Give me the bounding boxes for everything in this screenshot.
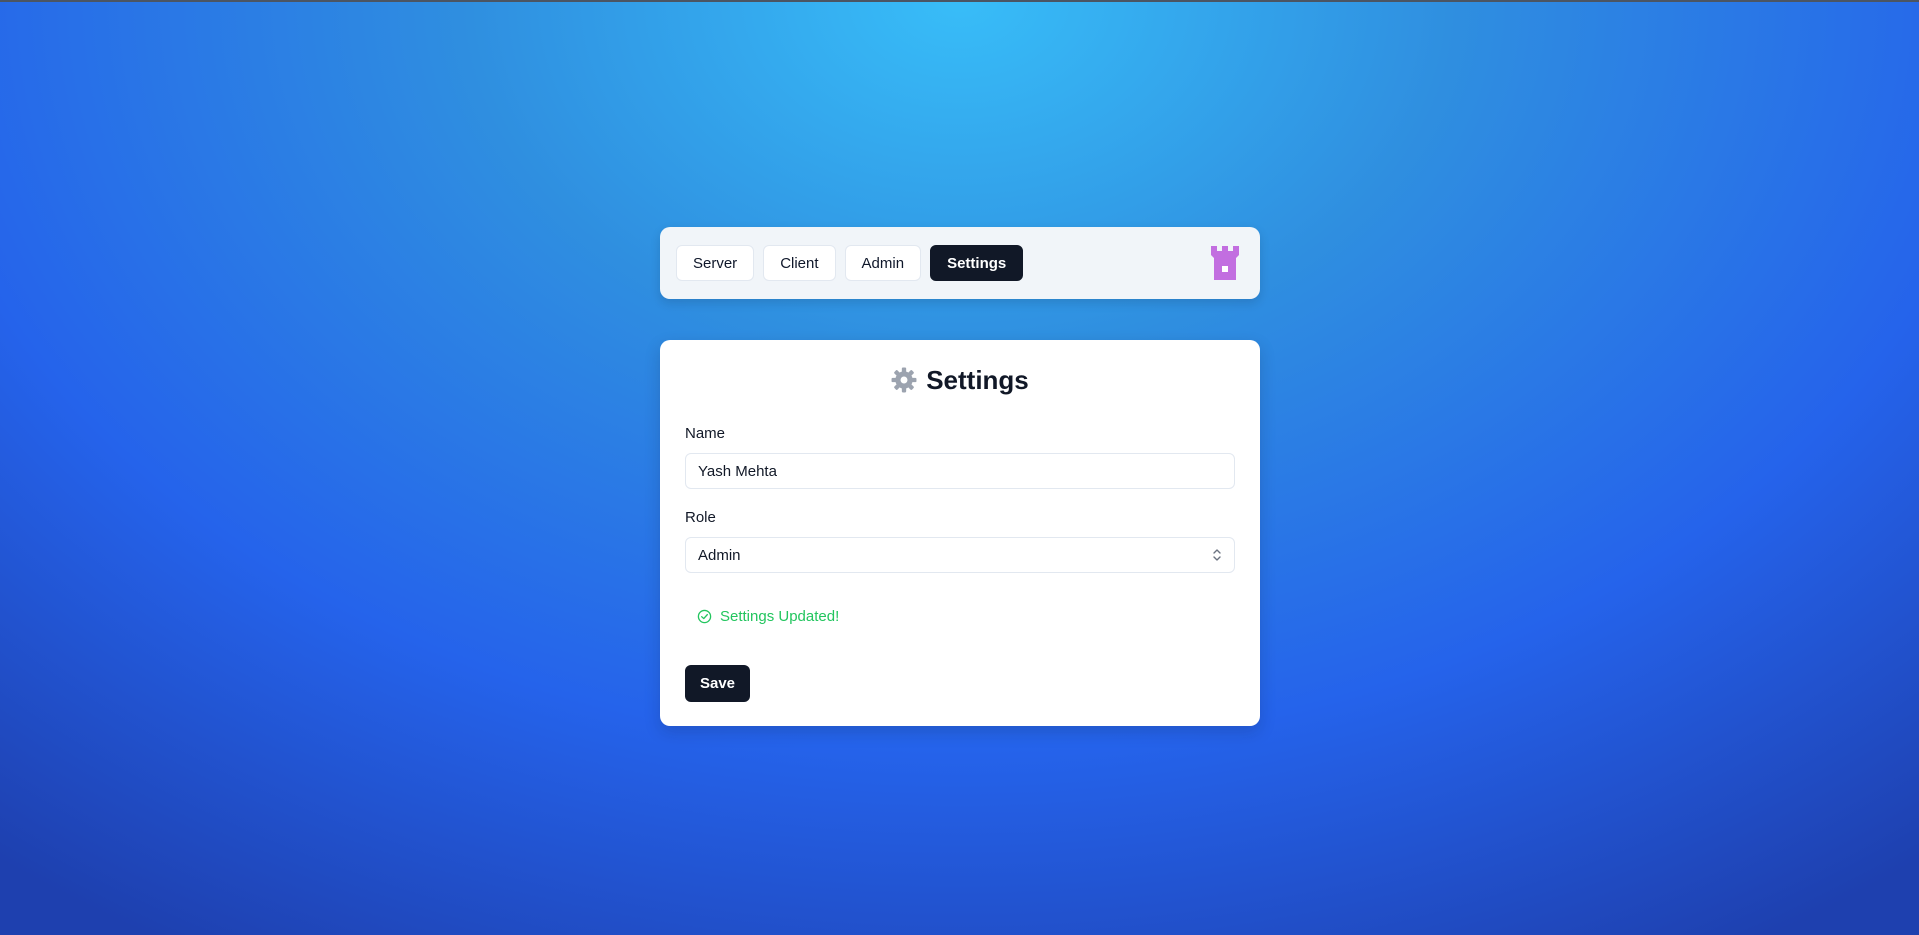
settings-card: Settings Name Role Admin Settings Update… — [660, 340, 1260, 726]
status-message: Settings Updated! — [697, 608, 839, 625]
status-text: Settings Updated! — [720, 608, 840, 625]
name-field[interactable] — [685, 453, 1235, 489]
top-navbar: Server Client Admin Settings — [660, 227, 1260, 299]
settings-title: Settings — [926, 364, 1029, 395]
tab-admin[interactable]: Admin — [844, 245, 922, 281]
castle-icon — [1208, 244, 1242, 282]
nav-tabs: Server Client Admin Settings — [676, 245, 1024, 281]
tab-settings[interactable]: Settings — [930, 245, 1024, 281]
role-select[interactable]: Admin — [685, 537, 1235, 573]
role-label: Role — [685, 509, 716, 526]
chevron-up-down-icon — [1213, 549, 1221, 561]
tab-server[interactable]: Server — [676, 245, 755, 281]
app-background: { "nav": { "tabs": [ {"label": "Server",… — [0, 0, 1919, 935]
role-select-value: Admin — [698, 546, 741, 564]
name-label: Name — [685, 425, 726, 442]
check-circle-icon — [697, 609, 712, 624]
save-button[interactable]: Save — [685, 665, 750, 702]
page-title: Settings — [660, 362, 1260, 398]
tab-client[interactable]: Client — [763, 245, 836, 281]
gear-icon — [891, 367, 917, 393]
